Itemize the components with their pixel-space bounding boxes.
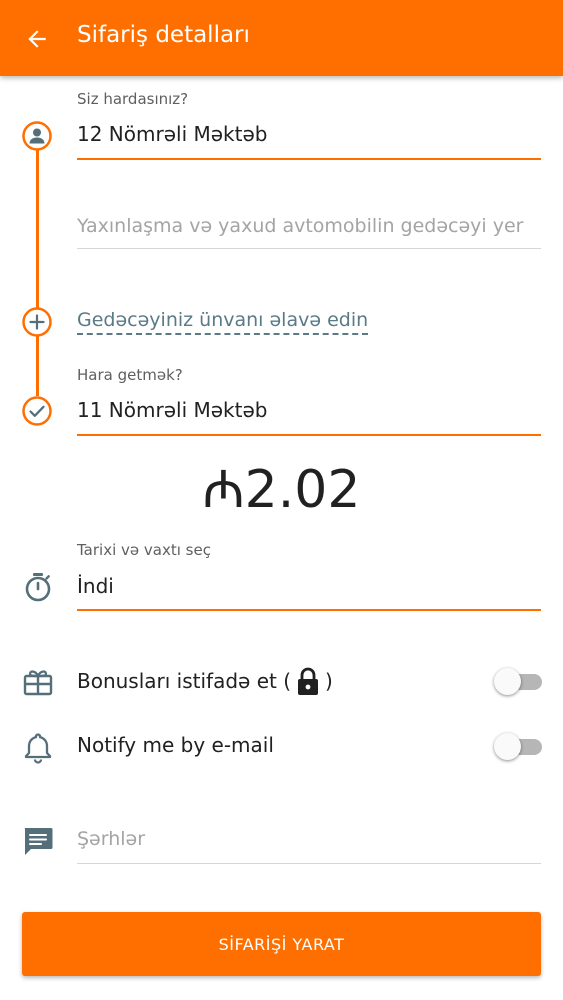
check-circle-icon — [21, 395, 53, 427]
datetime-label: Tarixi və vaxtı seç — [77, 541, 211, 559]
approach-input[interactable]: Yaxınlaşma və yaxud avtomobilin gedəcəyi… — [77, 215, 523, 237]
notify-toggle-thumb — [494, 733, 521, 760]
notify-label: Notify me by e-mail — [77, 733, 274, 757]
pickup-label: Siz hardasınız? — [77, 90, 189, 108]
approach-underline — [77, 248, 541, 249]
destination-underline — [77, 434, 541, 436]
page-title: Sifariş detalları — [77, 22, 250, 48]
bonus-label: Bonusları istifadə et ( ) — [77, 666, 333, 696]
lock-icon — [295, 666, 321, 696]
arrow-left-icon — [28, 30, 46, 48]
add-address-link[interactable]: Gedəcəyiniz ünvanı əlavə edin — [77, 309, 369, 335]
back-button[interactable] — [14, 16, 60, 62]
comment-icon — [21, 824, 55, 858]
bonus-toggle-thumb — [494, 668, 521, 695]
bonus-label-suffix: ) — [325, 669, 333, 693]
create-order-button[interactable]: SİFARİŞİ YARAT — [22, 912, 541, 976]
bell-icon — [21, 730, 55, 764]
bonus-label-text: Bonusları istifadə et ( — [77, 669, 292, 693]
price-amount: ₼2.02 — [202, 460, 361, 520]
app-bar: Sifariş detalları — [0, 0, 563, 76]
stopwatch-icon — [21, 570, 55, 604]
destination-input[interactable]: 11 Nömrəli Məktəb — [77, 398, 267, 422]
notify-toggle[interactable] — [494, 733, 542, 761]
comments-underline — [77, 863, 541, 864]
gift-box-icon — [21, 665, 55, 699]
person-icon — [21, 120, 53, 152]
destination-label: Hara getmək? — [77, 366, 183, 384]
pickup-underline — [77, 158, 541, 160]
datetime-underline — [77, 609, 541, 611]
bonus-toggle[interactable] — [494, 668, 542, 696]
comments-input[interactable]: Şərhlər — [77, 828, 145, 850]
route-timeline-line — [36, 146, 39, 396]
plus-circle-icon[interactable] — [21, 306, 53, 338]
pickup-input[interactable]: 12 Nömrəli Məktəb — [77, 122, 267, 146]
datetime-input[interactable]: İndi — [77, 574, 114, 598]
